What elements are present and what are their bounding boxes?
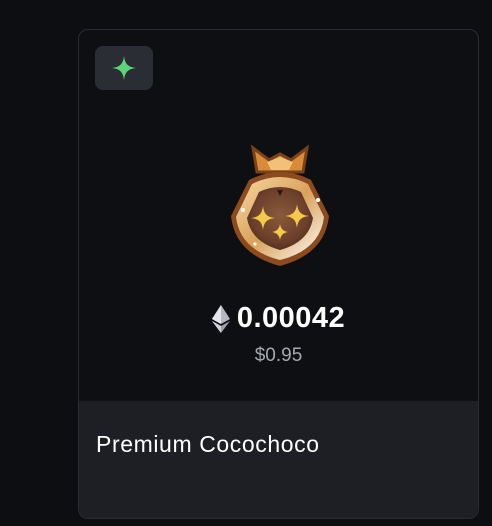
sparkle-icon xyxy=(112,56,136,80)
item-name[interactable]: Premium Cocochoco xyxy=(96,431,320,458)
candy-bag-icon xyxy=(231,144,329,266)
ethereum-icon xyxy=(211,305,230,333)
price-row: 0.00042 xyxy=(79,302,478,335)
price-value: 0.00042 xyxy=(236,302,346,334)
sparkle-badge[interactable] xyxy=(95,46,153,90)
card-footer: Premium Cocochoco xyxy=(79,401,478,518)
item-card[interactable]: 0.00042 $0.95 Premium Cocochoco xyxy=(78,29,479,519)
usd-price: $0.95 xyxy=(254,345,303,366)
